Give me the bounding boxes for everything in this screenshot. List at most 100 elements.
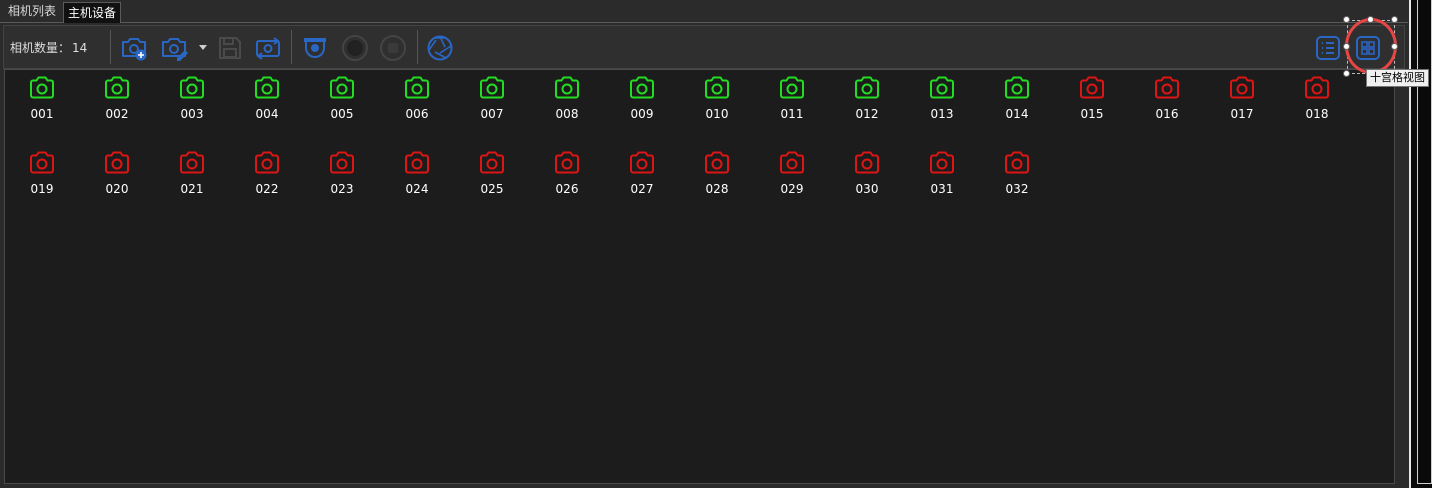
camera-label: 013 — [930, 107, 954, 121]
camera-item[interactable]: 028 — [697, 149, 737, 199]
camera-label: 001 — [30, 107, 54, 121]
camera-item[interactable]: 014 — [997, 74, 1037, 124]
stop-icon — [380, 35, 406, 61]
camera-item[interactable]: 029 — [772, 149, 812, 199]
camera-label: 021 — [180, 182, 204, 196]
camera-icon — [330, 76, 354, 99]
camera-label: 014 — [1005, 107, 1029, 121]
camera-item[interactable]: 025 — [472, 149, 512, 199]
camera-item[interactable]: 006 — [397, 74, 437, 124]
aperture-button[interactable] — [426, 34, 454, 62]
camera-item[interactable]: 002 — [97, 74, 137, 124]
camera-item[interactable]: 005 — [322, 74, 362, 124]
camera-count-value: 14 — [72, 41, 88, 55]
camera-label: 003 — [180, 107, 204, 121]
camera-grid: 001 002 003 004 005 006 007 008 009 010 011 012 013 0… — [4, 69, 1395, 484]
camera-item[interactable]: 032 — [997, 149, 1037, 199]
camera-icon — [480, 76, 504, 99]
camera-item[interactable]: 026 — [547, 149, 587, 199]
camera-icon — [1155, 76, 1179, 99]
tab-host-devices[interactable]: 主机设备 — [63, 2, 122, 23]
camera-item[interactable]: 023 — [322, 149, 362, 199]
camera-item[interactable]: 013 — [922, 74, 962, 124]
camera-icon — [255, 76, 279, 99]
camera-label: 017 — [1230, 107, 1254, 121]
camera-item[interactable]: 015 — [1072, 74, 1112, 124]
camera-item[interactable]: 031 — [922, 149, 962, 199]
camera-item[interactable]: 024 — [397, 149, 437, 199]
camera-item[interactable]: 018 — [1297, 74, 1337, 124]
preview-button[interactable] — [301, 34, 329, 62]
camera-label: 015 — [1080, 107, 1104, 121]
cctv-camera-icon — [304, 38, 326, 58]
camera-icon — [30, 151, 54, 174]
record-button[interactable] — [341, 34, 369, 62]
camera-icon — [555, 76, 579, 99]
add-camera-button[interactable] — [120, 34, 148, 62]
camera-item[interactable]: 016 — [1147, 74, 1187, 124]
edit-dropdown-arrow-icon[interactable] — [199, 45, 207, 50]
camera-icon — [630, 151, 654, 174]
camera-icon — [1230, 76, 1254, 99]
camera-item[interactable]: 019 — [22, 149, 62, 199]
camera-item[interactable]: 007 — [472, 74, 512, 124]
camera-label: 032 — [1005, 182, 1029, 196]
camera-item[interactable]: 020 — [97, 149, 137, 199]
camera-item[interactable]: 030 — [847, 149, 887, 199]
camera-icon — [555, 151, 579, 174]
camera-label: 026 — [555, 182, 579, 196]
camera-item[interactable]: 008 — [547, 74, 587, 124]
toolbar-divider — [110, 30, 111, 64]
camera-item[interactable]: 011 — [772, 74, 812, 124]
grid-view-tooltip: 十宫格视图 — [1366, 69, 1429, 87]
camera-item[interactable]: 012 — [847, 74, 887, 124]
camera-icon — [330, 151, 354, 174]
camera-item[interactable]: 009 — [622, 74, 662, 124]
camera-label: 029 — [780, 182, 804, 196]
camera-label: 020 — [105, 182, 129, 196]
list-view-button[interactable] — [1314, 34, 1342, 62]
list-view-icon — [1316, 36, 1340, 60]
selection-handle[interactable] — [1391, 43, 1398, 50]
camera-icon — [1305, 76, 1329, 99]
camera-icon — [405, 76, 429, 99]
camera-item[interactable]: 010 — [697, 74, 737, 124]
camera-label: 006 — [405, 107, 429, 121]
camera-item[interactable]: 001 — [22, 74, 62, 124]
camera-item[interactable]: 027 — [622, 149, 662, 199]
selection-handle[interactable] — [1343, 16, 1350, 23]
camera-item[interactable]: 003 — [172, 74, 212, 124]
highlight-circle — [1345, 18, 1397, 74]
toolbar-divider — [291, 30, 292, 64]
camera-add-icon — [122, 38, 147, 61]
camera-edit-icon — [162, 38, 188, 61]
camera-icon — [405, 151, 429, 174]
camera-item[interactable]: 017 — [1222, 74, 1262, 124]
camera-icon — [255, 151, 279, 174]
camera-label: 022 — [255, 182, 279, 196]
camera-label: 009 — [630, 107, 654, 121]
camera-label: 023 — [330, 182, 354, 196]
camera-icon — [105, 151, 129, 174]
switch-camera-button[interactable] — [254, 34, 282, 62]
toolbar-divider — [417, 30, 418, 64]
camera-icon — [930, 151, 954, 174]
save-button[interactable] — [216, 34, 244, 62]
camera-item[interactable]: 021 — [172, 149, 212, 199]
camera-icon — [630, 76, 654, 99]
tab-camera-list[interactable]: 相机列表 — [4, 1, 60, 22]
camera-icon — [1080, 76, 1104, 99]
edit-camera-button[interactable] — [160, 34, 188, 62]
selection-handle[interactable] — [1343, 70, 1350, 77]
camera-toolbar: 相机数量： 14 — [3, 25, 1405, 69]
camera-icon — [105, 76, 129, 99]
camera-icon — [1005, 76, 1029, 99]
camera-label: 007 — [480, 107, 504, 121]
selection-handle[interactable] — [1367, 16, 1374, 23]
camera-item[interactable]: 004 — [247, 74, 287, 124]
camera-item[interactable]: 022 — [247, 149, 287, 199]
stop-button[interactable] — [379, 34, 407, 62]
selection-handle[interactable] — [1391, 16, 1398, 23]
tab-bar: 相机列表 主机设备 — [0, 0, 1408, 23]
selection-handle[interactable] — [1343, 43, 1350, 50]
